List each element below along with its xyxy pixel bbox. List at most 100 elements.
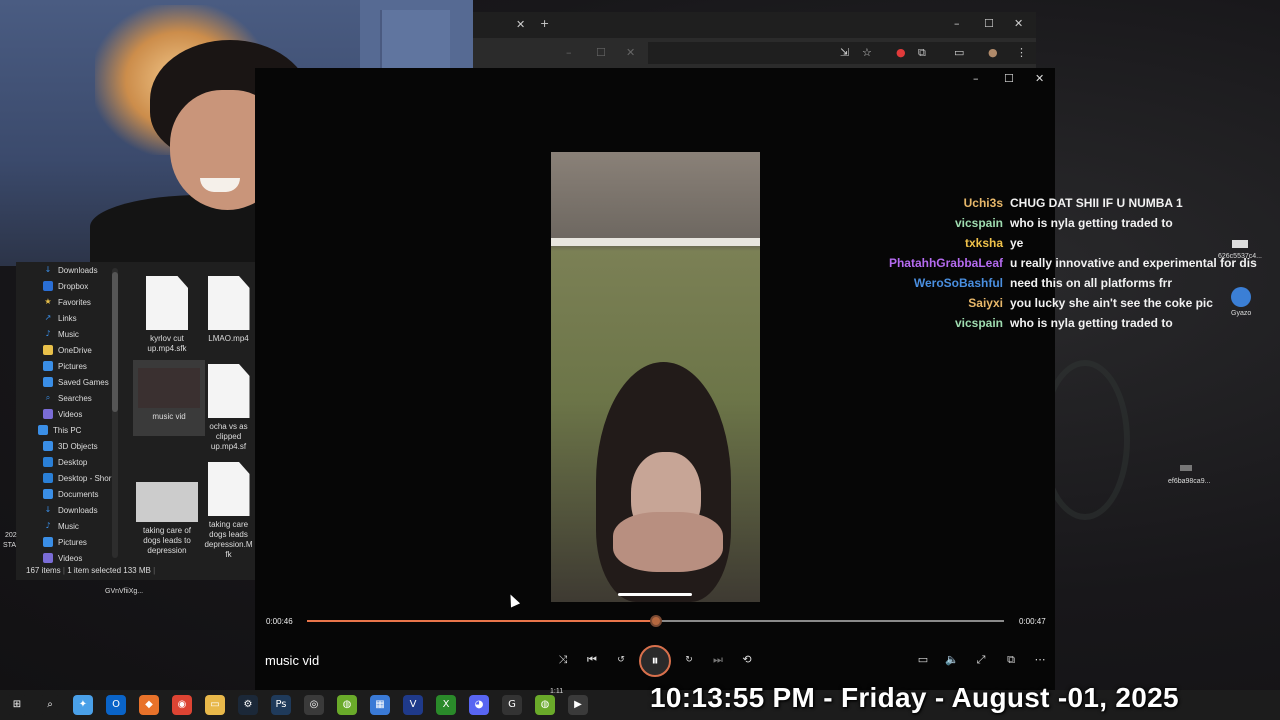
media-player-window: – ☐ ✕ 0:00:46 0:00:47 music vid ⤨ ⏮ ↺ ⏸ … [255, 68, 1055, 690]
nav-item[interactable]: This PC [16, 422, 122, 438]
file-name: music vid [152, 412, 186, 421]
browser-menu-icon[interactable]: ⋮ [1016, 46, 1027, 59]
profile-avatar-icon[interactable]: ● [988, 46, 998, 59]
shuffle-icon[interactable]: ⤨ [553, 650, 573, 670]
more-icon[interactable]: ⋯ [1030, 650, 1050, 670]
volume-icon[interactable]: 🔈 [942, 650, 962, 670]
nav-item-label: Searches [58, 393, 92, 403]
nav-item-label: 3D Objects [58, 441, 98, 451]
captions-icon[interactable]: ▭ [913, 650, 933, 670]
nav-item[interactable]: ⌕ Searches [16, 390, 122, 406]
nav-item[interactable]: Videos [16, 550, 122, 566]
nav-item[interactable]: Videos [16, 406, 122, 422]
nav-item-label: Pictures [58, 537, 87, 547]
download-icon: ↓ [44, 265, 52, 274]
discord-icon[interactable]: ◕ [469, 695, 489, 715]
file-icon [207, 364, 250, 418]
desktop-icon-label[interactable]: ef6ba98ca9... [1168, 478, 1210, 485]
app2-icon[interactable]: ◍ [535, 695, 555, 715]
cube-icon [43, 441, 53, 451]
video-frame[interactable] [551, 152, 760, 602]
chat-message: PhatahhGrabbaLeaf u really innovative and… [860, 256, 1260, 276]
inner-minimize-icon[interactable]: – [566, 46, 572, 59]
folder-icon [43, 345, 53, 355]
file-icon [146, 276, 188, 330]
stream-chat-overlay: Uchi3s CHUG DAT SHII IF U NUMBA 1 vicspain… [860, 196, 1260, 336]
xbox-icon[interactable]: X [436, 695, 456, 715]
nav-item[interactable]: ★ Favorites [16, 294, 122, 310]
player-minimize-icon[interactable]: – [973, 72, 979, 85]
nav-item-label: Music [58, 521, 79, 531]
fullscreen-icon[interactable]: ⤢ [971, 650, 991, 670]
forward-30-icon[interactable]: ↻ [679, 650, 699, 670]
nav-item[interactable]: ↓ Downloads [16, 502, 122, 518]
nav-item[interactable]: ♪ Music [16, 518, 122, 534]
nav-item[interactable]: Dropbox [16, 278, 122, 294]
browser-close-icon[interactable]: ✕ [1014, 17, 1023, 30]
search-icon[interactable]: ⌕ [40, 695, 60, 715]
nav-item-label: Dropbox [58, 281, 89, 291]
nav-item[interactable]: Documents [16, 486, 122, 502]
file-item-selected[interactable]: music vid [133, 360, 205, 436]
nav-item[interactable]: OneDrive [16, 342, 122, 358]
repeat-off-icon[interactable]: ⟲ [737, 650, 757, 670]
nav-item[interactable]: Desktop - Shor [16, 470, 122, 486]
chat-message: vicspain who is nyla getting traded to [860, 316, 1260, 336]
nav-item[interactable]: ↗ Links [16, 310, 122, 326]
nav-item[interactable]: ♪ Music [16, 326, 122, 342]
install-icon[interactable]: ⇲ [840, 46, 849, 59]
desktop-file-icon[interactable] [1180, 465, 1192, 471]
tab-close-icon[interactable]: ✕ [516, 18, 525, 31]
file-item[interactable]: ocha vs as clipped up.mp4.sf [201, 364, 256, 452]
file-item[interactable]: taking care dogs leads depression.M fk [201, 462, 256, 560]
seek-bar-thumb[interactable] [649, 615, 662, 627]
next-icon[interactable]: ⏭ [708, 650, 728, 670]
nav-item[interactable]: Pictures [16, 534, 122, 550]
outlook-icon[interactable]: O [106, 695, 126, 715]
file-item[interactable]: LMAO.mp4 [201, 276, 256, 344]
browser-maximize-icon[interactable]: ☐ [984, 17, 994, 30]
app-icon[interactable]: ◎ [304, 695, 324, 715]
chrome-icon[interactable]: ◉ [172, 695, 192, 715]
steam-icon[interactable]: ⚙ [238, 695, 258, 715]
sidebar-icon[interactable]: ▭ [954, 46, 964, 59]
bookmark-star-icon[interactable]: ☆ [862, 46, 872, 59]
new-tab-icon[interactable]: + [540, 17, 549, 30]
file-explorer-icon[interactable]: ▭ [205, 695, 225, 715]
chat-message: txksha ye [860, 236, 1260, 256]
pictures-icon [43, 361, 53, 371]
desktop-file-label[interactable]: GVnVfiiXg... [105, 588, 143, 595]
nav-item[interactable]: Pictures [16, 358, 122, 374]
vegas-icon[interactable]: V [403, 695, 423, 715]
file-item[interactable]: taking care of dogs leads to depression [131, 482, 203, 556]
nav-item[interactable]: 3D Objects [16, 438, 122, 454]
windows-icon[interactable]: ⊞ [7, 695, 27, 715]
browser-minimize-icon[interactable]: – [954, 17, 960, 30]
epic-icon[interactable]: G [502, 695, 522, 715]
previous-icon[interactable]: ⏮ [582, 650, 602, 670]
nav-item[interactable]: Saved Games [16, 374, 122, 390]
file-item[interactable]: kyrlov cut up.mp4.sfk [131, 276, 203, 354]
obs-icon[interactable]: ◍ [337, 695, 357, 715]
rewind-10-icon[interactable]: ↺ [611, 650, 631, 670]
inner-maximize-icon[interactable]: ☐ [596, 46, 606, 59]
brave-icon[interactable]: ◆ [139, 695, 159, 715]
video-thumbnail-icon [138, 368, 200, 408]
player-maximize-icon[interactable]: ☐ [1004, 72, 1014, 85]
photoshop-icon[interactable]: Ps [271, 695, 291, 715]
extension-icon[interactable]: ● [896, 46, 906, 59]
miniplayer-icon[interactable]: ⧉ [1001, 650, 1021, 670]
player-close-icon[interactable]: ✕ [1035, 72, 1044, 85]
media-player-icon[interactable]: ▶ [568, 695, 588, 715]
nav-item[interactable]: Desktop [16, 454, 122, 470]
extensions-puzzle-icon[interactable]: ⧉ [918, 46, 926, 60]
store-icon[interactable]: ▦ [370, 695, 390, 715]
inner-close-icon[interactable]: ✕ [626, 46, 635, 59]
star-icon: ★ [44, 297, 52, 306]
copilot-icon[interactable]: ✦ [73, 695, 93, 715]
nav-item[interactable]: ↓ Downloads [16, 262, 122, 278]
nav-scrollbar-thumb[interactable] [112, 272, 118, 412]
seek-bar[interactable] [307, 615, 1004, 627]
pause-button[interactable]: ⏸ [639, 645, 671, 677]
file-name: depression [147, 546, 187, 555]
